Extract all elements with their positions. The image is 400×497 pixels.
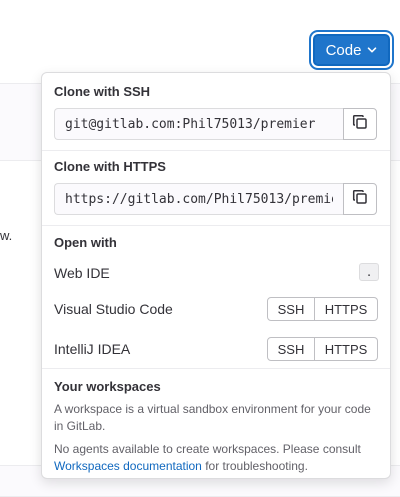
workspaces-section: Your workspaces — [42, 379, 390, 394]
workspaces-note-suffix: for troubleshooting. — [201, 458, 308, 473]
divider — [42, 150, 390, 151]
web-ide-shortcut-key: . — [359, 263, 379, 281]
clone-https-input[interactable] — [54, 183, 343, 215]
clone-https-title: Clone with HTTPS — [54, 159, 166, 174]
copy-ssh-button[interactable] — [343, 108, 377, 140]
copy-icon — [352, 189, 368, 210]
code-dropdown-button[interactable]: Code — [313, 34, 390, 66]
chevron-down-icon — [367, 42, 377, 59]
open-vscode-label: Visual Studio Code — [54, 301, 173, 317]
open-web-ide-item[interactable]: Web IDE — [54, 265, 110, 281]
workspaces-note: No agents available to create workspaces… — [54, 441, 380, 474]
clone-ssh-title: Clone with SSH — [54, 84, 151, 99]
clone-ssh-row — [54, 108, 379, 140]
divider — [42, 368, 390, 369]
vscode-ssh-button[interactable]: SSH — [267, 297, 315, 321]
code-dropdown-panel: Clone with SSH Clone with HTTPS Open wit… — [41, 72, 391, 479]
workspaces-title: Your workspaces — [54, 379, 161, 394]
open-intellij-label: IntelliJ IDEA — [54, 341, 131, 357]
clone-ssh-section: Clone with SSH — [42, 84, 390, 99]
vscode-https-button[interactable]: HTTPS — [315, 297, 378, 321]
workspaces-description: A workspace is a virtual sandbox environ… — [54, 402, 371, 433]
clone-https-row — [54, 183, 379, 215]
workspaces-note-prefix: No agents available to create workspaces… — [54, 442, 361, 456]
open-with-title: Open with — [54, 235, 117, 250]
intellij-ssh-button[interactable]: SSH — [267, 337, 315, 361]
copy-icon — [352, 114, 368, 135]
clone-https-section: Clone with HTTPS — [42, 159, 390, 174]
vscode-protocol-buttons: SSH HTTPS — [267, 297, 378, 321]
clone-ssh-input[interactable] — [54, 108, 343, 140]
background-text: w. — [0, 228, 13, 243]
intellij-https-button[interactable]: HTTPS — [315, 337, 378, 361]
intellij-protocol-buttons: SSH HTTPS — [267, 337, 378, 361]
divider — [42, 225, 390, 226]
workspaces-documentation-link[interactable]: Workspaces documentation — [54, 459, 202, 473]
copy-https-button[interactable] — [343, 183, 377, 215]
code-button-label: Code — [325, 41, 362, 59]
open-with-section: Open with — [42, 235, 390, 250]
